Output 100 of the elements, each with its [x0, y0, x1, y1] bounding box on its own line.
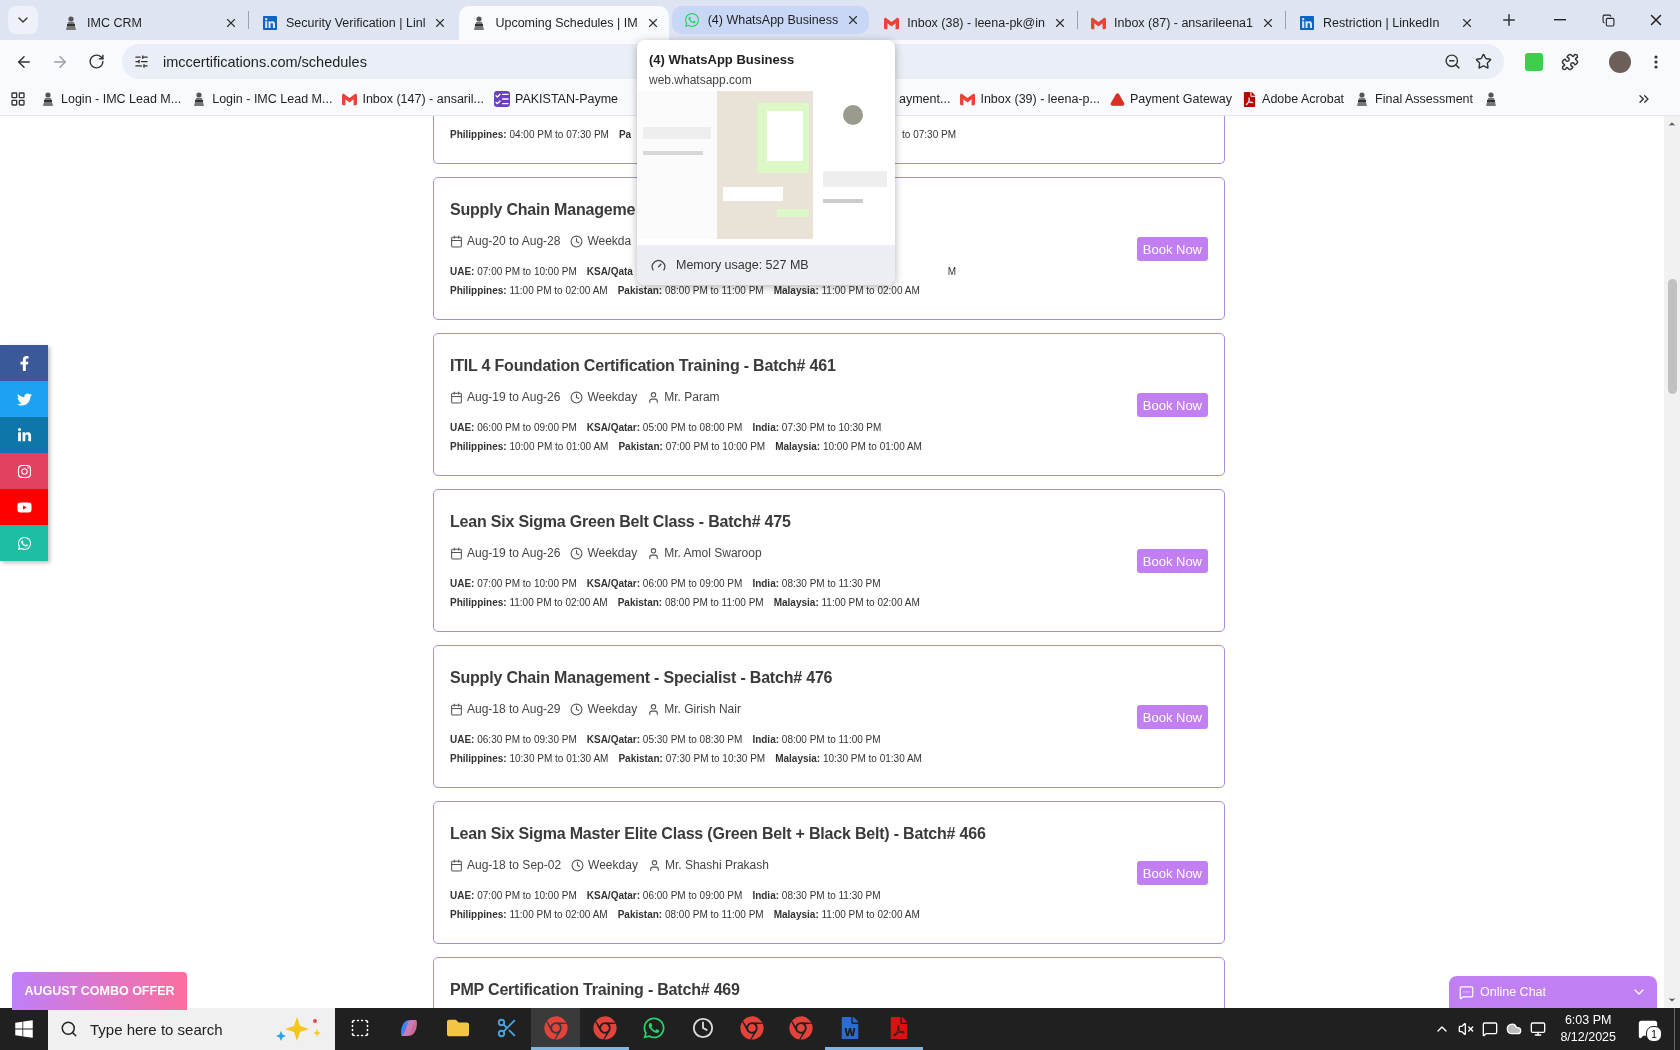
sparkle-icon: [275, 1015, 323, 1043]
bookmark[interactable]: Login - IMC Lead M...: [187, 87, 337, 111]
bookmark[interactable]: PAKISTAN-Payme: [490, 87, 623, 111]
windows-icon: [14, 1019, 34, 1039]
menu-icon: [1654, 54, 1658, 69]
course-title: ITIL 4 Foundation Certification Training - Batch# 461: [450, 356, 837, 376]
user-icon: [647, 702, 661, 716]
bookmark[interactable]: Inbox (39) - leena-p...: [956, 87, 1104, 111]
bookmark[interactable]: ayment...: [895, 88, 955, 110]
taskbar-search-field[interactable]: Type here to search: [48, 1008, 335, 1050]
social-button[interactable]: [0, 381, 48, 417]
trainer-name: Mr. Param: [664, 390, 720, 404]
list-icon: [494, 91, 510, 107]
browser-tab[interactable]: IMC CRM: [51, 6, 247, 40]
social-button[interactable]: [0, 489, 48, 525]
volume-muted-icon[interactable]: [1458, 1021, 1475, 1037]
bookmark[interactable]: Payment Gateway: [1105, 87, 1237, 111]
close-icon[interactable]: [224, 16, 238, 30]
clock-icon: [570, 702, 584, 716]
taskbar-clock[interactable]: 6:03 PM 8/12/2025: [1560, 1012, 1616, 1046]
mail-icon: [342, 91, 358, 107]
close-icon[interactable]: [1460, 16, 1474, 30]
clock-icon: [570, 546, 584, 560]
chat-icon: [1459, 984, 1474, 1000]
linkedin-icon: [1299, 15, 1315, 31]
timezone-time: Pakistan: 08:00 PM to 11:00 PM: [617, 597, 764, 608]
timezone-time: Malaysia: 11:00 PM to 02:00 AM: [773, 909, 920, 920]
reload-icon: [87, 53, 105, 70]
timezone-time: Malaysia: 10:00 PM to 01:00 AM: [775, 441, 922, 452]
preview-title: (4) WhatsApp Business: [648, 51, 796, 67]
course-title: Supply Chain Management - Specialist - Batch# 476: [450, 668, 834, 688]
bookmark-star-icon[interactable]: [1475, 53, 1492, 70]
tab-list-button[interactable]: [8, 6, 38, 34]
social-button[interactable]: [0, 417, 48, 453]
linkedin-icon: [16, 427, 32, 443]
mail-icon: [960, 91, 976, 107]
plus-icon: [1500, 11, 1518, 29]
timezone-time: Pakistan: 08:00 PM to 11:00 PM: [617, 285, 764, 296]
scrollbar-thumb[interactable]: [1667, 279, 1677, 394]
scroll-up-icon[interactable]: [1667, 119, 1677, 129]
chrome-icon: [592, 1015, 617, 1040]
browser-tab[interactable]: Upcoming Schedules | IM: [459, 6, 669, 40]
timezone-time: Pakistan: 07:30 PM to 10:30 PM: [618, 753, 766, 764]
timezone-time: Malaysia: 10:30 PM to 01:30 AM: [775, 753, 922, 764]
chrome-icon: [739, 1015, 764, 1040]
site-icon: [40, 91, 56, 107]
search-icon: [60, 1020, 78, 1038]
twitter-icon: [16, 391, 32, 407]
timezone-time: Philippines: 10:30 PM to 01:30 AM: [450, 753, 609, 764]
chrome-icon: [788, 1015, 813, 1040]
social-button[interactable]: [0, 345, 48, 381]
minimize-icon: [1554, 19, 1566, 21]
timezone-time: Pakistan: 08:00 PM to 11:00 PM: [617, 909, 764, 920]
linkedin-icon: [262, 15, 278, 31]
browser-tab[interactable]: (4) WhatsApp Business: [671, 6, 870, 34]
mail-icon: [1091, 15, 1106, 31]
bookmark[interactable]: Login - IMC Lead M...: [36, 87, 186, 111]
browser-tab[interactable]: Inbox (38) - leena-pk@in: [872, 6, 1076, 40]
calendar-icon: [450, 546, 463, 560]
timezone-time: India: 07:30 PM to 10:30 PM: [752, 422, 882, 433]
browser-tab[interactable]: Inbox (87) - ansarileena1: [1079, 6, 1284, 40]
bookmark[interactable]: Final Assessment: [1350, 87, 1478, 111]
timezone-time: Philippines: 11:00 PM to 02:00 AM: [450, 909, 608, 920]
apps-icon[interactable]: [10, 91, 26, 107]
schedule-type: Weekday: [587, 546, 638, 560]
site-settings-icon[interactable]: [134, 54, 149, 69]
scroll-down-icon[interactable]: [1667, 995, 1677, 1005]
extension-icon: [1525, 52, 1543, 71]
timezone-time: Philippines: 11:00 PM to 02:00 AM: [450, 597, 608, 608]
pdf-icon: [1242, 91, 1258, 107]
timezone-time: KSA/Qatar: 05:30 PM to 08:30 PM: [586, 734, 743, 745]
browser-tab[interactable]: Security Verification | Linl: [250, 6, 457, 40]
close-icon[interactable]: [1053, 16, 1067, 30]
social-button[interactable]: [0, 453, 48, 489]
close-icon[interactable]: [1261, 16, 1275, 30]
timezone-time: Malaysia: 11:00 PM to 02:00 AM: [773, 285, 920, 296]
scrollbar[interactable]: [1664, 116, 1680, 1008]
notification-count: 1: [1646, 1026, 1662, 1042]
zoom-icon[interactable]: [1444, 53, 1461, 70]
user-icon: [647, 546, 661, 560]
timezone-time: M: [947, 266, 956, 277]
timezone-time: UAE: 07:00 PM to 10:00 PM: [450, 890, 577, 901]
task-view-icon: [349, 1017, 370, 1038]
network-icon[interactable]: [1530, 1021, 1547, 1037]
schedule-type: Weekda: [587, 234, 632, 248]
browser-tab[interactable]: Restriction | LinkedIn: [1287, 6, 1483, 40]
date-range: Aug-20 to Aug-28: [467, 234, 561, 248]
bookmark[interactable]: Adobe Acrobat: [1238, 87, 1349, 111]
timezone-time: UAE: 07:00 PM to 10:00 PM: [450, 578, 577, 589]
course-title: Supply Chain Manageme: [450, 200, 637, 220]
taskbar-app-button[interactable]: [531, 1008, 580, 1050]
site-icon: [63, 15, 79, 31]
calendar-icon: [450, 234, 463, 248]
bookmark[interactable]: Inbox (147) - ansaril...: [338, 87, 488, 111]
cloud-icon[interactable]: [1506, 1021, 1523, 1037]
mail-icon: [884, 15, 900, 31]
notification-button[interactable]: 1: [1630, 1008, 1666, 1050]
calendar-icon: [450, 390, 463, 404]
timezone-time: KSA/Qata: [586, 266, 633, 277]
preview-url: web.whatsapp.com: [648, 72, 753, 89]
